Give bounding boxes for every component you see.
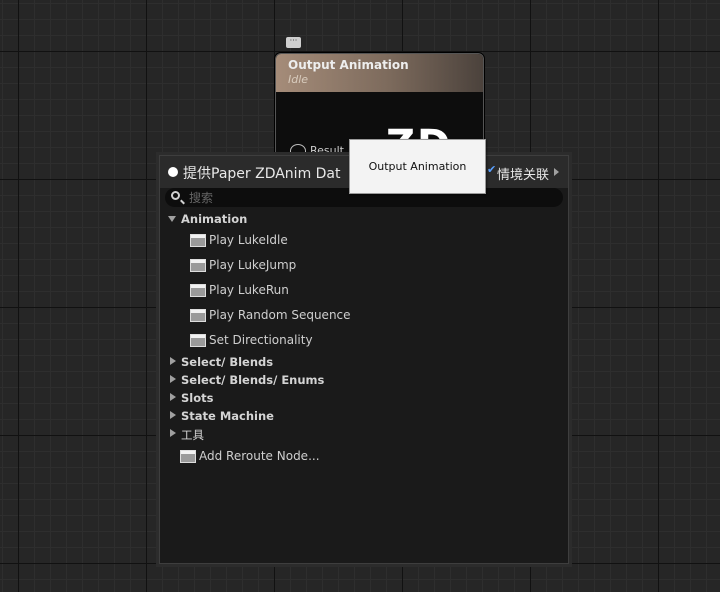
action-item-label: Play Random Sequence [209, 308, 351, 322]
action-item-label: Play LukeJump [209, 258, 297, 272]
menu-radio-icon [168, 167, 178, 177]
category-label: Select/ Blends [181, 355, 274, 369]
comment-bubble-icon[interactable]: ··· [286, 37, 301, 48]
category-label: State Machine [181, 409, 274, 423]
category-slots[interactable]: Slots [160, 389, 568, 407]
category-select-blends[interactable]: Select/ Blends [160, 353, 568, 371]
reroute-node-icon [180, 450, 196, 463]
context-sensitive-checkbox[interactable]: ✔ [487, 164, 496, 175]
node-tooltip: Output Animation [349, 139, 486, 194]
chevron-right-icon[interactable] [554, 168, 559, 176]
category-animation[interactable]: Animation [160, 210, 568, 228]
action-item-play-lukerun[interactable]: Play LukeRun [160, 278, 568, 303]
chevron-right-icon[interactable] [170, 393, 176, 401]
action-item-label: Set Directionality [209, 333, 313, 347]
action-item-play-random-sequence[interactable]: Play Random Sequence [160, 303, 568, 328]
function-node-icon [190, 309, 206, 322]
category-label: 工具 [181, 428, 204, 442]
action-tree: Animation Play LukeIdle Play LukeJump Pl… [160, 210, 568, 469]
chevron-right-icon[interactable] [170, 357, 176, 365]
category-select-blends-enums[interactable]: Select/ Blends/ Enums [160, 371, 568, 389]
category-label: Animation [181, 212, 248, 226]
node-title: Output Animation [288, 58, 409, 72]
chevron-right-icon[interactable] [170, 375, 176, 383]
function-node-icon [190, 234, 206, 247]
chevron-down-icon[interactable] [168, 216, 176, 222]
action-item-play-lukejump[interactable]: Play LukeJump [160, 253, 568, 278]
node-subtitle: Idle [288, 73, 309, 86]
category-label: Select/ Blends/ Enums [181, 373, 325, 387]
action-context-menu: 提供Paper ZDAnim Dat ✔ 情境关联 Animation Play… [159, 155, 569, 564]
action-item-play-lukeidle[interactable]: Play LukeIdle [160, 228, 568, 253]
action-item-label: Add Reroute Node... [199, 449, 320, 463]
action-item-label: Play LukeIdle [209, 233, 288, 247]
action-item-label: Play LukeRun [209, 283, 289, 297]
action-item-set-directionality[interactable]: Set Directionality [160, 328, 568, 353]
context-sensitive-label[interactable]: 情境关联 [497, 164, 549, 183]
category-tools[interactable]: 工具 [160, 425, 568, 443]
function-node-icon [190, 284, 206, 297]
action-item-add-reroute-node[interactable]: Add Reroute Node... [160, 443, 568, 469]
category-label: Slots [181, 391, 214, 405]
menu-title: 提供Paper ZDAnim Dat [183, 166, 341, 182]
function-node-icon [190, 334, 206, 347]
chevron-right-icon[interactable] [170, 411, 176, 419]
chevron-right-icon[interactable] [170, 429, 176, 437]
function-node-icon [190, 259, 206, 272]
category-state-machine[interactable]: State Machine [160, 407, 568, 425]
node-header[interactable]: Output Animation Idle [276, 54, 483, 92]
search-icon [171, 191, 180, 200]
